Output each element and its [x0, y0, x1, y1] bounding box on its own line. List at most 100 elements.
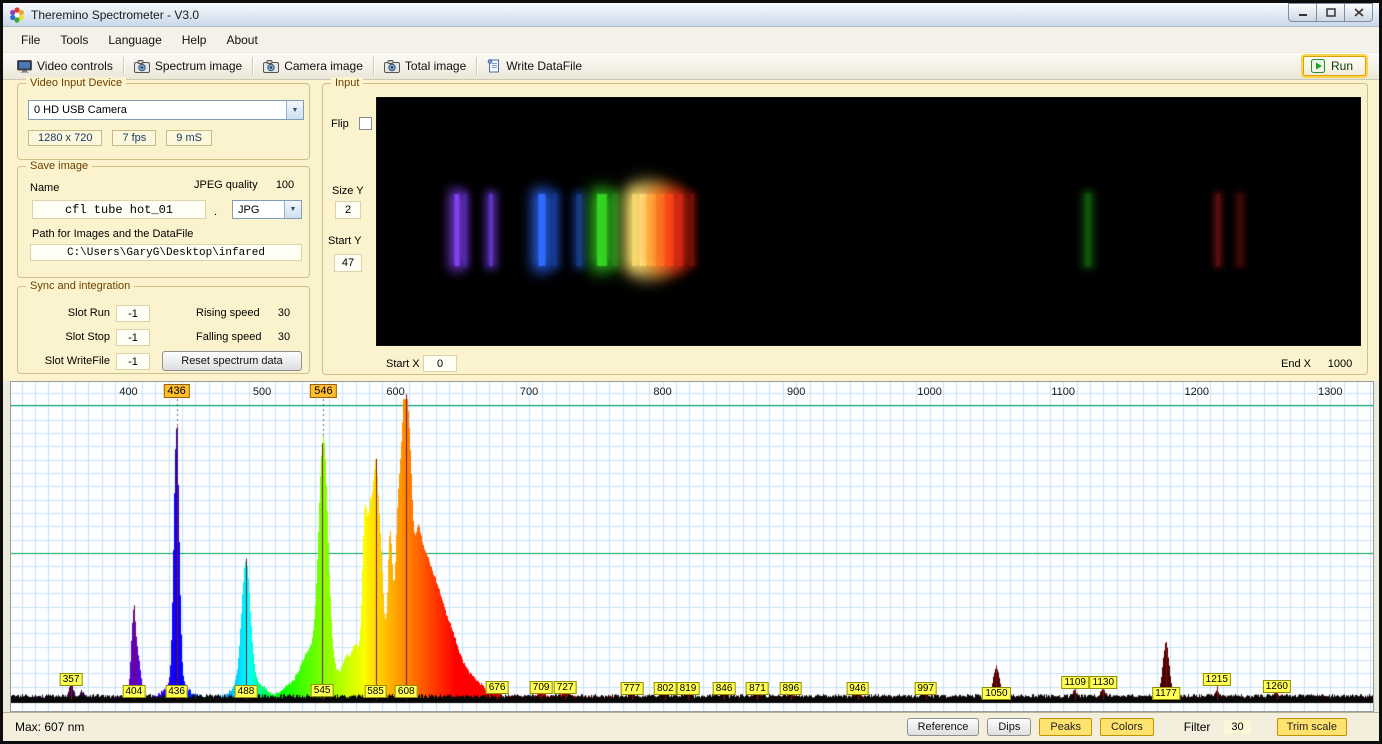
minimize-icon: [1298, 4, 1308, 22]
max-wavelength-label: Max: 607 nm: [15, 720, 85, 734]
slot-label-slot-run: Slot Run: [67, 307, 110, 319]
video-stat-1280-x-720: 1280 x 720: [28, 130, 103, 146]
reset-spectrum-button[interactable]: Reset spectrum data: [162, 351, 302, 371]
start-y-field[interactable]: 47: [334, 254, 362, 272]
jpeg-quality-value[interactable]: 100: [268, 179, 302, 191]
spectral-line: [1216, 194, 1221, 266]
menu-item-about[interactable]: About: [216, 29, 267, 51]
spectral-line: [657, 194, 665, 266]
minimize-button[interactable]: [1288, 3, 1317, 22]
size-y-field[interactable]: 2: [335, 201, 361, 219]
reference-button[interactable]: Reference: [906, 718, 980, 736]
format-value: JPG: [238, 203, 260, 216]
toolbar-label: Write DataFile: [506, 59, 583, 73]
filter-value[interactable]: 30: [1224, 720, 1251, 734]
name-label: Name: [30, 182, 60, 194]
input-group: Input Flip Size Y 2 Start Y 47 Start X 0…: [322, 77, 1368, 375]
spectral-line: [552, 194, 557, 266]
status-bar: Max: 607 nm Reference Dips Peaks Colors Fil…: [3, 712, 1379, 741]
filter-label: Filter: [1183, 720, 1211, 734]
spectral-line: [639, 194, 648, 266]
spectral-line: [631, 194, 638, 266]
toolbar-total-image[interactable]: Total image: [376, 56, 474, 76]
toolbar-label: Video controls: [37, 59, 113, 73]
toolbar-label: Camera image: [284, 59, 363, 73]
toolbar-items: Video controls Spectrum image Camera image…: [9, 56, 590, 76]
chevron-down-icon[interactable]: ▼: [284, 201, 301, 218]
path-field[interactable]: C:\Users\GaryG\Desktop\infared: [30, 244, 302, 261]
maximize-button[interactable]: [1316, 3, 1345, 22]
run-label: Run: [1330, 59, 1353, 73]
spectral-line: [1085, 194, 1091, 266]
menu-item-language[interactable]: Language: [98, 29, 171, 51]
path-label: Path for Images and the DataFile: [32, 228, 194, 240]
end-x-value[interactable]: 1000: [1319, 358, 1361, 370]
menu-item-file[interactable]: File: [11, 29, 50, 51]
camera-icon: [263, 59, 280, 73]
video-device-select[interactable]: 0 HD USB Camera ▼: [28, 100, 304, 120]
spectral-line: [463, 194, 467, 266]
video-stat-7-fps: 7 fps: [112, 130, 157, 146]
spectral-line: [648, 194, 657, 266]
menu-item-tools[interactable]: Tools: [50, 29, 98, 51]
camera-icon: [383, 59, 400, 73]
spectrum-canvas[interactable]: [11, 382, 1373, 711]
peaks-button[interactable]: Peaks: [1039, 718, 1092, 736]
trim-scale-button[interactable]: Trim scale: [1276, 718, 1347, 736]
rising-speed-value[interactable]: 30: [270, 307, 298, 319]
toolbar-camera-image[interactable]: Camera image: [255, 56, 371, 76]
falling-speed-value[interactable]: 30: [270, 331, 298, 343]
spectral-line: [612, 194, 618, 266]
toolbar-video-controls[interactable]: Video controls: [9, 56, 121, 76]
video-input-group: Video Input Device 0 HD USB Camera ▼ 128…: [17, 77, 310, 160]
chevron-down-icon[interactable]: ▼: [286, 101, 303, 119]
spectral-line: [576, 194, 582, 266]
colors-button[interactable]: Colors: [1099, 718, 1154, 736]
close-icon: [1353, 4, 1364, 22]
video-stats: 1280 x 720 7 fps 9 mS: [28, 130, 212, 146]
run-button[interactable]: Run: [1302, 56, 1366, 76]
format-select[interactable]: JPG ▼: [232, 200, 302, 219]
window-title: Theremino Spectrometer - V3.0: [31, 7, 200, 22]
spectrum-strip: [377, 194, 1360, 266]
sync-caption: Sync and integration: [26, 280, 135, 292]
spectral-line: [454, 194, 460, 266]
toolbar-spectrum-image[interactable]: Spectrum image: [126, 56, 250, 76]
write-datafile-icon: [487, 59, 501, 73]
spectral-line: [1237, 194, 1244, 266]
start-y-label: Start Y: [328, 235, 362, 247]
spectral-line: [666, 194, 674, 266]
flip-checkbox[interactable]: [359, 117, 372, 130]
start-x-field[interactable]: 0: [423, 355, 457, 372]
app-window: Theremino Spectrometer - V3.0 File Tools L…: [0, 0, 1382, 744]
spectral-line: [597, 194, 608, 266]
start-x-label: Start X: [386, 358, 420, 370]
close-button[interactable]: [1344, 3, 1373, 22]
slot-label-slot-writefile: Slot WriteFile: [44, 355, 110, 367]
video-controls-icon: [17, 59, 32, 73]
end-x-label: End X: [1281, 358, 1311, 370]
title-bar[interactable]: Theremino Spectrometer - V3.0: [3, 3, 1379, 27]
spectral-line: [489, 194, 494, 266]
flip-label: Flip: [331, 118, 349, 130]
jpeg-quality-label: JPEG quality: [194, 179, 258, 191]
slot-value-slot-writefile[interactable]: -1: [116, 353, 150, 370]
slot-label-slot-stop: Slot Stop: [65, 331, 110, 343]
file-name-field[interactable]: cfl tube hot_01: [32, 200, 206, 219]
video-stat-9-ms: 9 mS: [166, 130, 212, 146]
save-image-group: Save image Name JPEG quality 100 cfl tub…: [17, 160, 310, 278]
toolbar: Video controls Spectrum image Camera image…: [3, 53, 1379, 80]
window-controls: [1288, 3, 1373, 22]
status-buttons: Reference Dips Peaks Colors: [906, 718, 1154, 736]
toolbar-write-datafile[interactable]: Write DataFile: [479, 56, 590, 76]
video-device-value: 0 HD USB Camera: [34, 104, 127, 116]
save-image-caption: Save image: [26, 160, 93, 172]
spectrum-chart[interactable]: 400 500 600 700 800 900 1000 1100 1200 1300 436 546…: [10, 381, 1374, 712]
slot-value-slot-stop[interactable]: -1: [116, 329, 150, 346]
menu-item-help[interactable]: Help: [172, 29, 217, 51]
dips-button[interactable]: Dips: [987, 718, 1032, 736]
toolbar-label: Spectrum image: [154, 59, 243, 73]
slot-value-slot-run[interactable]: -1: [116, 305, 150, 322]
run-icon: [1310, 59, 1325, 73]
toolbar-separator: [372, 57, 374, 75]
